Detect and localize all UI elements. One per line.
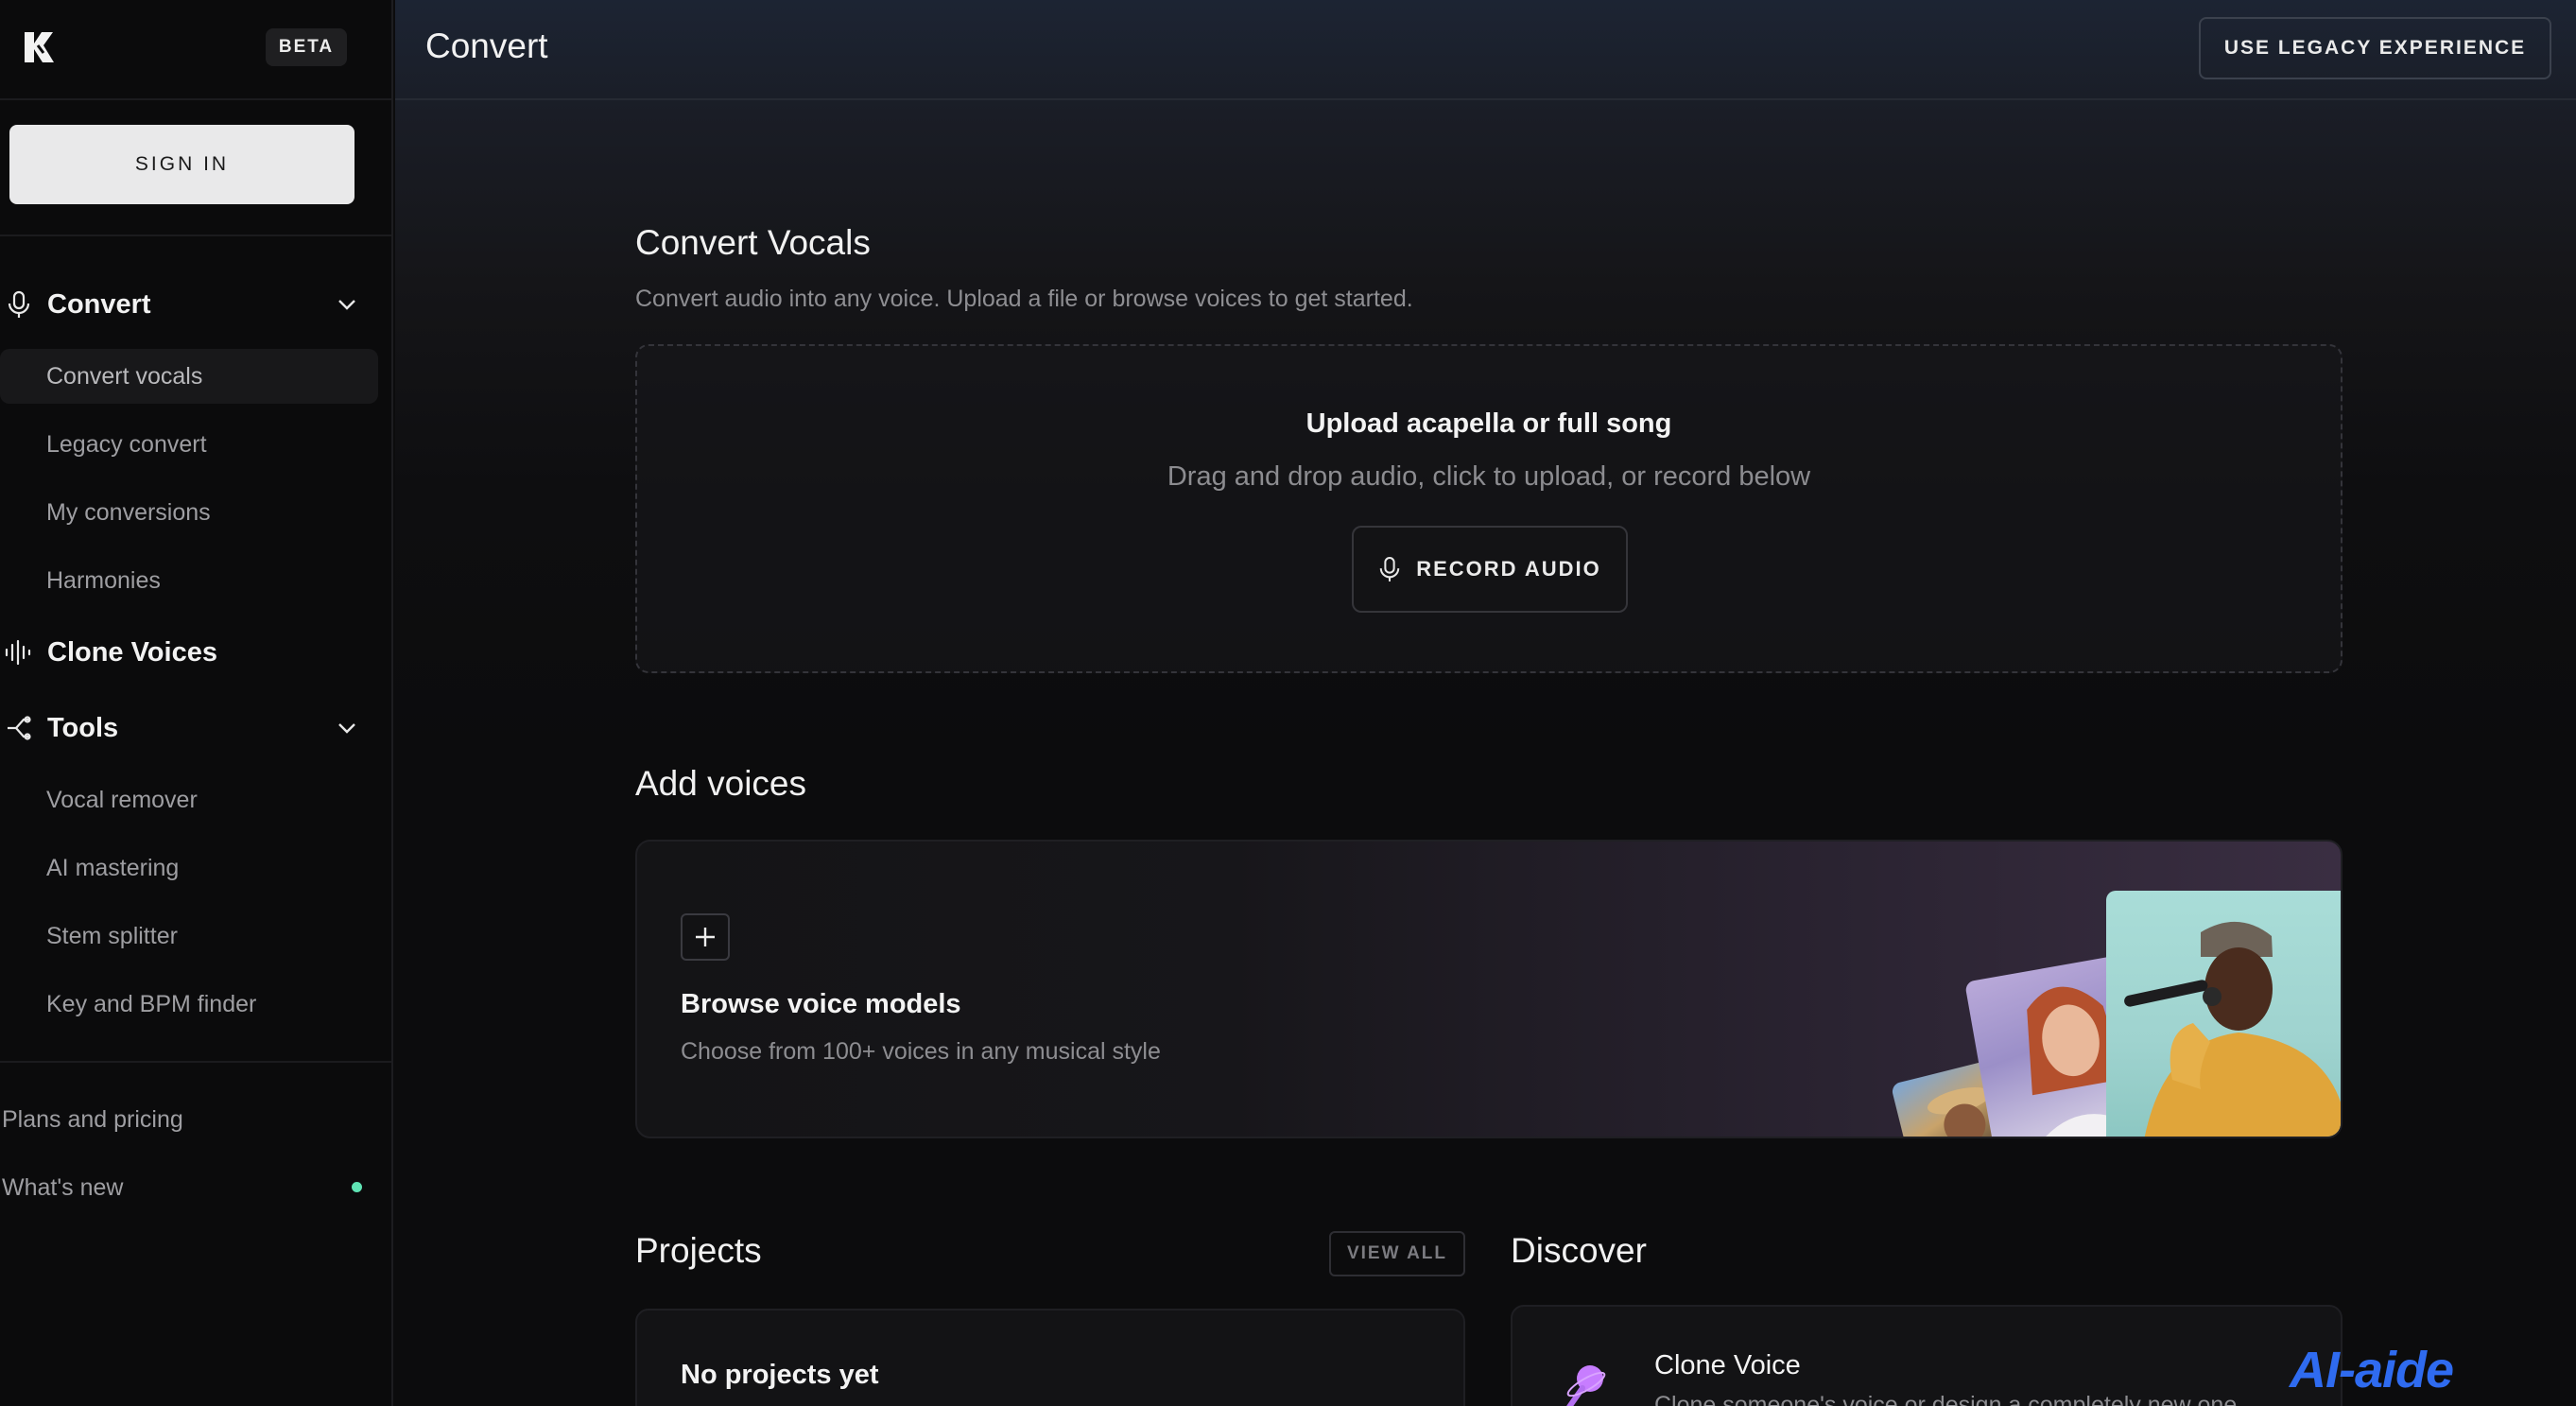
nav-group-label: Convert	[47, 288, 151, 320]
sidebar-item-key-bpm-finder[interactable]: Key and BPM finder	[0, 977, 378, 1032]
no-projects-text: No projects yet	[681, 1360, 879, 1390]
mic-icon	[1379, 556, 1400, 581]
clone-voice-title: Clone Voice	[1654, 1350, 1801, 1380]
discover-clone-voice-card[interactable]: Clone Voice Clone someone's voice or des…	[1511, 1305, 2343, 1406]
top-bar: Convert USE LEGACY EXPERIENCE	[395, 0, 2576, 100]
use-legacy-experience-button[interactable]: USE LEGACY EXPERIENCE	[2199, 17, 2551, 79]
clone-voice-icon	[1566, 1365, 1606, 1406]
projects-title: Projects	[635, 1231, 762, 1270]
waveform-icon	[2, 635, 36, 669]
sidebar-item-ai-mastering[interactable]: AI mastering	[0, 841, 378, 895]
voice-photo-front	[2106, 891, 2341, 1137]
nav-group-tools[interactable]: Tools	[0, 704, 378, 752]
discover-title: Discover	[1511, 1231, 1647, 1270]
browse-voice-models-title: Browse voice models	[681, 989, 961, 1019]
record-audio-label: RECORD AUDIO	[1416, 557, 1601, 581]
upload-title: Upload acapella or full song	[1305, 408, 1672, 439]
browse-voice-models-card[interactable]: Browse voice models Choose from 100+ voi…	[635, 840, 2343, 1138]
sidebar-item-convert-vocals[interactable]: Convert vocals	[0, 349, 378, 404]
sidebar-link-plans-pricing[interactable]: Plans and pricing	[2, 1106, 183, 1134]
sidebar-item-vocal-remover[interactable]: Vocal remover	[0, 772, 378, 827]
record-audio-button[interactable]: RECORD AUDIO	[1352, 526, 1628, 613]
sidebar-header: BETA	[0, 0, 391, 100]
mic-icon	[2, 287, 36, 321]
convert-vocals-title: Convert Vocals	[635, 223, 871, 262]
nav-group-label: Clone Voices	[47, 636, 217, 668]
plus-icon[interactable]	[681, 913, 730, 961]
watermark-logo: AI-aide	[2290, 1342, 2454, 1398]
sidebar: BETA SIGN IN Convert Convert vocals Lega…	[0, 0, 393, 1406]
upload-subtitle: Drag and drop audio, click to upload, or…	[1167, 461, 1811, 492]
upload-dropzone[interactable]: Upload acapella or full song Drag and dr…	[635, 344, 2343, 673]
new-indicator-dot	[352, 1182, 362, 1192]
convert-vocals-subtitle: Convert audio into any voice. Upload a f…	[635, 286, 1413, 312]
chevron-down-icon[interactable]	[335, 716, 359, 740]
sign-in-button[interactable]: SIGN IN	[9, 125, 354, 204]
nav-group-label: Tools	[47, 712, 119, 743]
sidebar-divider	[0, 1061, 391, 1063]
logo-icon[interactable]	[21, 28, 59, 66]
page-title: Convert	[425, 26, 548, 65]
view-all-projects-button[interactable]: VIEW ALL	[1329, 1231, 1465, 1276]
tools-icon	[2, 711, 36, 745]
browse-voice-models-subtitle: Choose from 100+ voices in any musical s…	[681, 1038, 1161, 1065]
sidebar-item-stem-splitter[interactable]: Stem splitter	[0, 909, 378, 963]
projects-empty-card: No projects yet	[635, 1309, 1465, 1406]
sidebar-link-whats-new[interactable]: What's new	[2, 1174, 123, 1202]
add-voices-title: Add voices	[635, 764, 806, 803]
signin-section: SIGN IN	[0, 100, 391, 236]
chevron-down-icon[interactable]	[335, 292, 359, 317]
sidebar-item-harmonies[interactable]: Harmonies	[0, 553, 378, 608]
nav-group-convert[interactable]: Convert	[0, 281, 378, 328]
main-content: Convert USE LEGACY EXPERIENCE Convert Vo…	[395, 0, 2576, 1406]
sidebar-item-my-conversions[interactable]: My conversions	[0, 485, 378, 540]
sidebar-item-legacy-convert[interactable]: Legacy convert	[0, 417, 378, 472]
nav-item-clone-voices[interactable]: Clone Voices	[0, 629, 378, 676]
clone-voice-subtitle: Clone someone's voice or design a comple…	[1654, 1392, 2238, 1406]
beta-badge: BETA	[266, 28, 347, 66]
